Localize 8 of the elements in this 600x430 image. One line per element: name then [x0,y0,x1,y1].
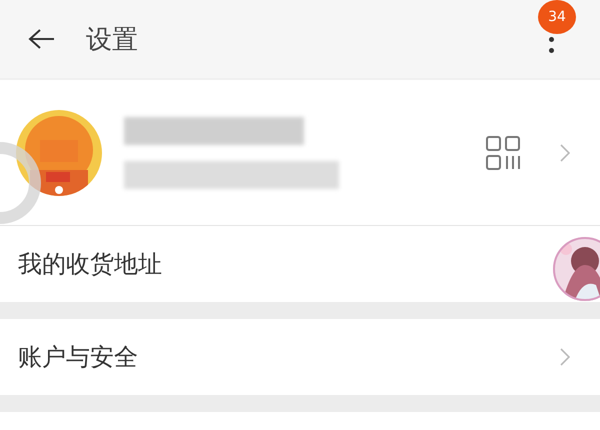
chevron-icon [560,144,570,162]
page-title: 设置 [86,24,138,56]
notification-badge: 34 [538,0,576,34]
settings-row[interactable]: 我的收货地址 [0,226,552,302]
qr-code-icon[interactable] [486,136,520,170]
chevron-icon [560,348,570,366]
settings-row[interactable]: 账户与安全 [0,319,600,395]
back-icon[interactable] [28,28,56,50]
